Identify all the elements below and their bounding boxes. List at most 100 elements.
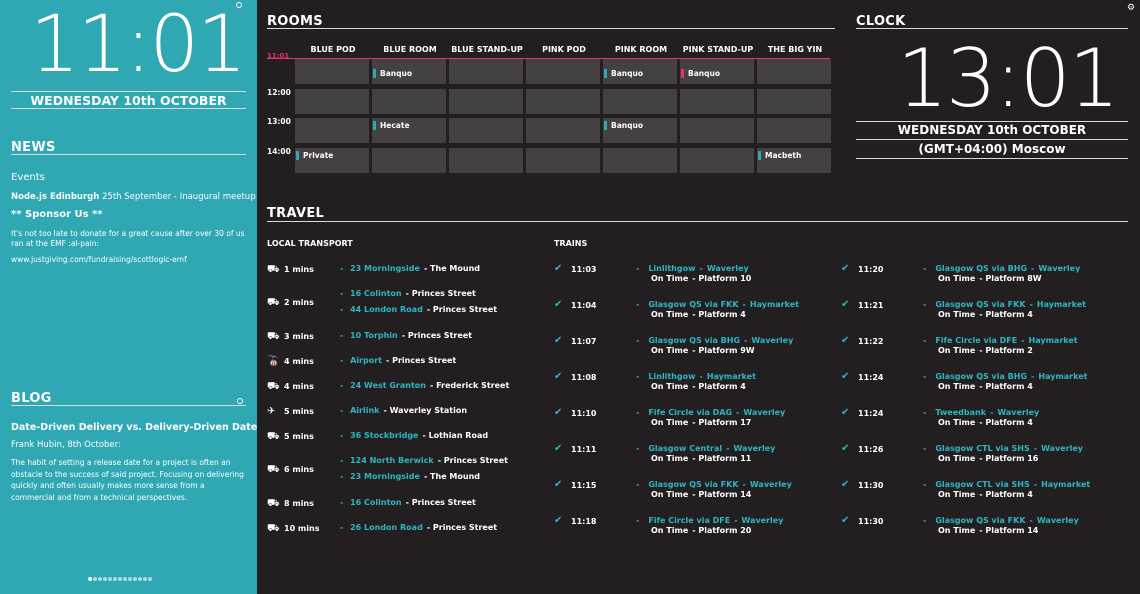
room-slot[interactable] — [526, 59, 600, 84]
train-route[interactable]: - Tweedbank - Waverley — [923, 408, 1039, 417]
room-slot[interactable] — [449, 118, 523, 143]
train-status-text: On Time — [651, 310, 689, 319]
train-route[interactable]: - Linlithgow - Waverley — [636, 264, 749, 273]
train-status-text: On Time — [651, 454, 689, 463]
room-slot[interactable] — [603, 89, 677, 114]
train-platform: - Platform 11 — [692, 454, 752, 463]
train-route[interactable]: - Glasgow QS via FKK - Haymarket — [636, 300, 799, 309]
train-route[interactable]: - Glasgow QS via BHG - Waverley — [923, 264, 1080, 273]
room-slot[interactable] — [372, 148, 446, 173]
room-booking[interactable]: Banquo — [373, 69, 412, 78]
room-slot[interactable] — [757, 59, 831, 84]
transport-route[interactable]: - 124 North Berwick - Princes Street — [340, 456, 508, 465]
transport-route[interactable]: - 23 Morningside - The Mound — [340, 472, 480, 481]
transport-route[interactable]: - 16 Colinton - Princes Street — [340, 289, 476, 298]
train-route[interactable]: - Glasgow QS via FKK - Waverley — [636, 480, 792, 489]
room-slot[interactable] — [295, 118, 369, 143]
room-slot[interactable] — [526, 118, 600, 143]
train-to: Waverley — [733, 444, 776, 453]
room-slot[interactable] — [526, 89, 600, 114]
room-booking[interactable]: Private — [296, 151, 333, 160]
train-platform: - Platform 16 — [979, 454, 1039, 463]
train-dash: - — [923, 444, 927, 453]
train-route[interactable]: - Glasgow CTL via SHS - Haymarket — [923, 480, 1090, 489]
train-from: Glasgow QS via BHG — [935, 372, 1028, 381]
train-status-text: On Time — [938, 490, 976, 499]
train-route[interactable]: - Fife Circle via DFE - Waverley — [636, 516, 783, 525]
route-dash: - — [340, 431, 347, 440]
room-slot[interactable] — [757, 118, 831, 143]
train-check-icon: ✔ — [841, 407, 850, 418]
room-booking[interactable]: Macbeth — [758, 151, 801, 160]
train-dash: - — [923, 264, 927, 273]
train-route[interactable]: - Glasgow CTL via SHS - Waverley — [923, 444, 1083, 453]
train-route[interactable]: - Fife Circle via DAG - Waverley — [636, 408, 785, 417]
train-dash: - — [923, 516, 927, 525]
transport-route[interactable]: - Airport - Princes Street — [340, 356, 456, 365]
blog-post-title[interactable]: Date-Driven Delivery vs. Delivery-Driven… — [11, 422, 263, 433]
train-route[interactable]: - Glasgow QS via BHG - Haymarket — [923, 372, 1087, 381]
train-status: On Time - Platform 10 — [636, 274, 751, 283]
main-settings-icon[interactable]: ⚙ — [1127, 3, 1135, 13]
train-route[interactable]: - Linlithgow - Haymarket — [636, 372, 756, 381]
room-slot[interactable] — [295, 59, 369, 84]
blog-title: BLOG — [11, 391, 52, 406]
transport-route[interactable]: - 23 Morningside - The Mound — [340, 264, 480, 273]
transport-route[interactable]: - 44 London Road - Princes Street — [340, 305, 497, 314]
route-dest: - Waverley Station — [383, 406, 468, 415]
room-slot[interactable] — [295, 89, 369, 114]
bus-icon: ⛟ — [267, 464, 280, 475]
train-status-text: On Time — [651, 490, 689, 499]
room-slot[interactable] — [680, 118, 754, 143]
train-route[interactable]: - Glasgow QS via FKK - Haymarket — [923, 300, 1086, 309]
room-slot[interactable] — [680, 89, 754, 114]
transport-route[interactable]: - 26 London Road - Princes Street — [340, 523, 497, 532]
train-platform: - Platform 8W — [979, 274, 1042, 283]
train-from: Glasgow QS via FKK — [935, 516, 1026, 525]
train-route[interactable]: - Glasgow Central - Waverley — [636, 444, 775, 453]
rooms-title: ROOMS — [267, 14, 323, 29]
train-route[interactable]: - Glasgow QS via FKK - Waverley — [923, 516, 1079, 525]
route-dash: - — [340, 305, 347, 314]
train-platform: - Platform 4 — [692, 310, 746, 319]
train-sep: - — [744, 336, 748, 345]
transport-route[interactable]: - 36 Stockbridge - Lothian Road — [340, 431, 488, 440]
news-link[interactable]: www.justgiving.com/fundraising/scottlogi… — [11, 255, 187, 264]
room-header: PINK POD — [542, 45, 586, 54]
train-check-icon: ✔ — [554, 299, 563, 310]
route-name: 23 Morningside — [350, 472, 420, 481]
train-route[interactable]: - Fife Circle via DFE - Haymarket — [923, 336, 1078, 345]
room-slot[interactable] — [680, 148, 754, 173]
transport-route[interactable]: - Airlink - Waverley Station — [340, 406, 467, 415]
room-slot[interactable] — [372, 89, 446, 114]
clock-title: CLOCK — [856, 14, 906, 29]
carousel-dots[interactable] — [88, 574, 153, 581]
route-name: Airport — [350, 356, 382, 365]
train-dash: - — [636, 516, 640, 525]
room-booking[interactable]: Banquo — [604, 69, 643, 78]
room-slot[interactable] — [449, 59, 523, 84]
train-to: Waverley — [997, 408, 1040, 417]
room-slot[interactable] — [449, 148, 523, 173]
train-time: 11:15 — [571, 481, 597, 490]
train-status: On Time - Platform 14 — [923, 526, 1038, 535]
train-from: Glasgow QS via BHG — [648, 336, 741, 345]
current-time-line — [267, 58, 830, 59]
route-name: 44 London Road — [350, 305, 423, 314]
room-slot[interactable] — [526, 148, 600, 173]
room-booking[interactable]: Banquo — [681, 69, 720, 78]
train-route[interactable]: - Glasgow QS via BHG - Waverley — [636, 336, 793, 345]
room-booking[interactable]: Hecate — [373, 121, 410, 130]
transport-route[interactable]: - 10 Torphin - Princes Street — [340, 331, 472, 340]
room-header: BLUE STAND-UP — [451, 45, 523, 54]
room-slot[interactable] — [603, 148, 677, 173]
room-slot[interactable] — [449, 89, 523, 114]
route-dest: - The Mound — [423, 264, 480, 273]
transport-route[interactable]: - 24 West Granton - Frederick Street — [340, 381, 509, 390]
transport-route[interactable]: - 16 Colinton - Princes Street — [340, 498, 476, 507]
train-status: On Time - Platform 14 — [636, 490, 751, 499]
blog-author: Frank Hubin, 8th October: — [11, 440, 121, 450]
room-booking[interactable]: Banquo — [604, 121, 643, 130]
room-slot[interactable] — [757, 89, 831, 114]
divider — [856, 28, 1128, 29]
